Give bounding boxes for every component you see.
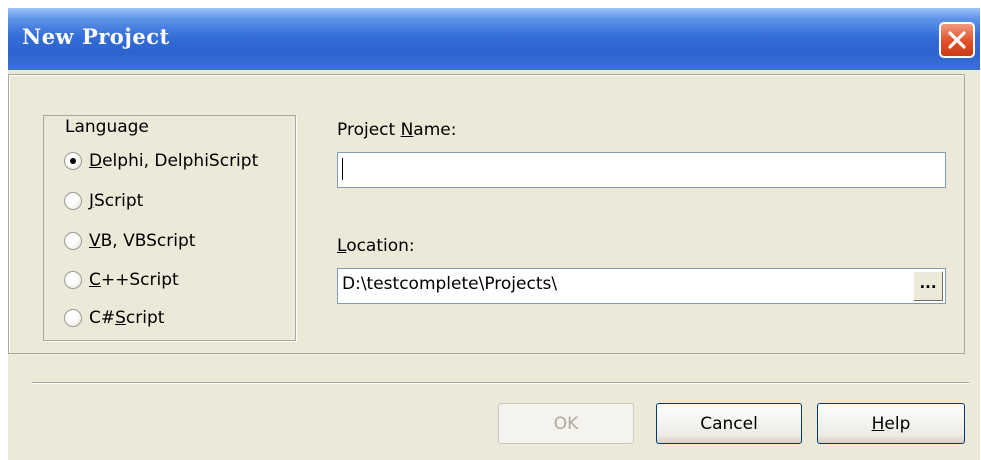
language-legend: Language xyxy=(61,116,153,138)
radio-label-jscript: JScript xyxy=(89,191,144,211)
radio-label-delphi: Delphi, DelphiScript xyxy=(89,151,259,171)
radio-option-delphi[interactable]: Delphi, DelphiScript xyxy=(64,146,258,176)
close-x-icon xyxy=(948,31,966,49)
radio-button-delphi[interactable] xyxy=(64,152,82,170)
radio-option-csharpscript[interactable]: C#Script xyxy=(64,303,164,333)
project-name-label: Project Name: xyxy=(337,120,457,140)
project-name-input[interactable] xyxy=(337,152,946,188)
radio-button-vbscript[interactable] xyxy=(64,232,82,250)
browse-button[interactable]: ... xyxy=(913,271,943,301)
location-input[interactable]: D:\testcomplete\Projects\ ... xyxy=(337,268,946,304)
ok-button[interactable]: OK xyxy=(498,403,634,444)
radio-label-cppscript: C++Script xyxy=(89,270,179,290)
radio-button-jscript[interactable] xyxy=(64,192,82,210)
close-button[interactable] xyxy=(939,22,975,58)
radio-label-csharpscript: C#Script xyxy=(89,308,165,328)
radio-label-vbscript: VB, VBScript xyxy=(89,231,196,251)
cancel-button[interactable]: Cancel xyxy=(656,403,802,444)
radio-option-cppscript[interactable]: C++Script xyxy=(64,265,179,295)
dialog-title: New Project xyxy=(22,24,170,49)
separator-line xyxy=(32,382,969,384)
radio-option-vbscript[interactable]: VB, VBScript xyxy=(64,226,195,256)
help-button[interactable]: Help xyxy=(817,403,965,444)
location-label: Location: xyxy=(337,236,415,256)
radio-option-jscript[interactable]: JScript xyxy=(64,186,143,216)
radio-button-cppscript[interactable] xyxy=(64,271,82,289)
location-value: D:\testcomplete\Projects\ xyxy=(342,274,558,294)
title-bar[interactable]: New Project xyxy=(8,8,980,70)
radio-button-csharpscript[interactable] xyxy=(64,309,82,327)
text-caret xyxy=(342,158,343,180)
